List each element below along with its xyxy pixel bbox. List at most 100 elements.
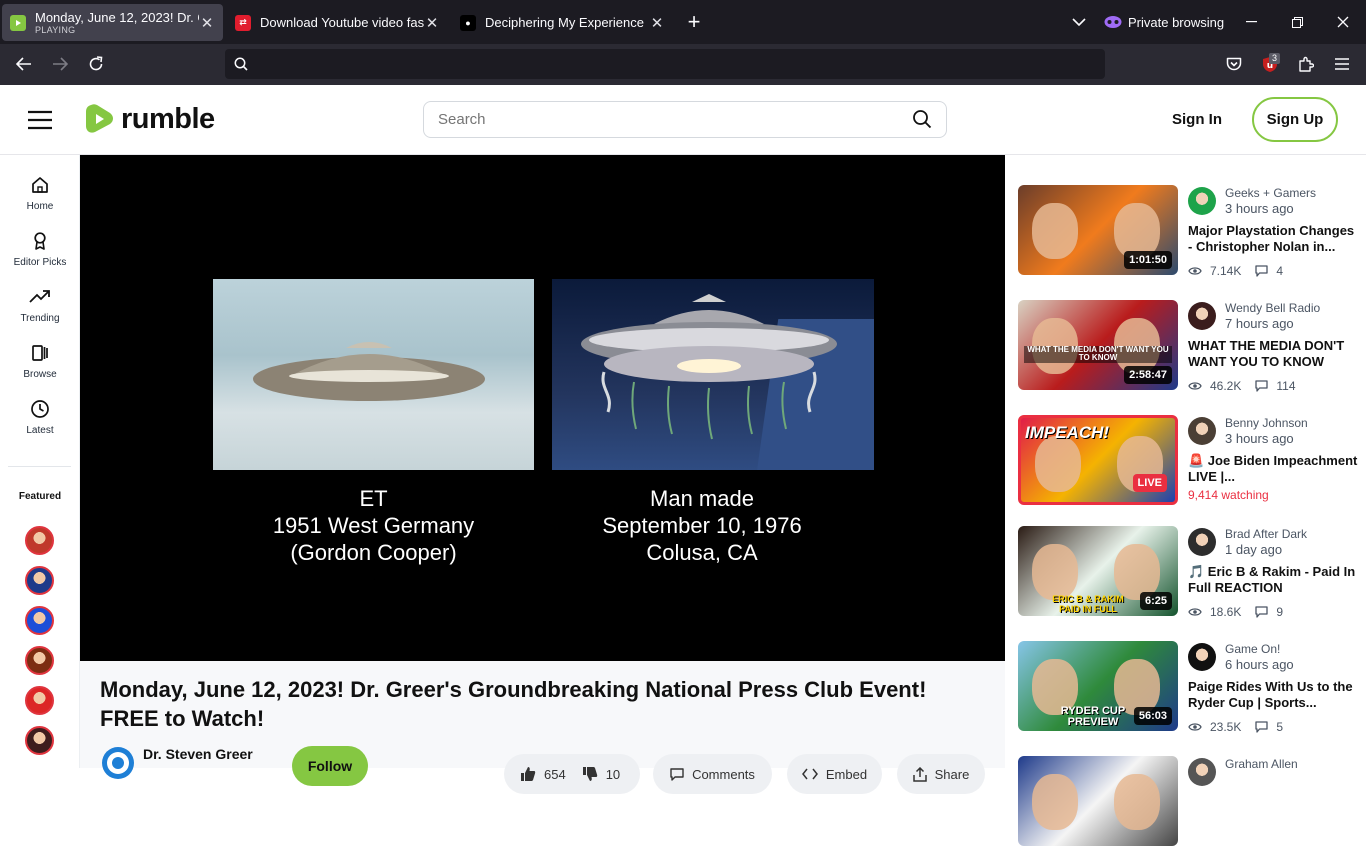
rumble-logo-icon [86,104,113,133]
eye-icon [1188,382,1202,390]
embed-button[interactable]: Embed [787,754,882,794]
nav-home[interactable]: Home [0,175,80,212]
tab-download-youtube[interactable]: ⇄ Download Youtube video fast, c ✕ [227,4,448,41]
restore-button[interactable] [1282,8,1312,36]
featured-channel-avatar[interactable] [25,606,54,635]
url-bar[interactable] [225,49,1105,79]
upload-time: 6 hours ago [1225,657,1294,672]
featured-heading: Featured [18,491,62,502]
nav-browse[interactable]: Browse [0,343,80,380]
featured-channel-avatar[interactable] [25,726,54,755]
video-player[interactable]: ET 1951 West Germany (Gordon Cooper) Man… [80,155,1005,661]
sign-up-button[interactable]: Sign Up [1252,97,1338,142]
forward-button[interactable] [46,50,74,78]
duration-badge: 1:01:50 [1124,251,1172,269]
sign-in-button[interactable]: Sign In [1162,111,1232,128]
pocket-button[interactable] [1220,50,1248,78]
caption-left-line-3: (Gordon Cooper) [290,540,457,565]
comment-icon [1255,380,1269,392]
video-thumbnail[interactable] [1018,756,1178,846]
channel-avatar[interactable] [1188,302,1216,330]
home-icon [32,177,48,193]
close-tab-icon[interactable]: ✕ [199,14,215,32]
caption-left-line-1: ET [359,486,388,511]
video-title[interactable]: Paige Rides With Us to the Ryder Cup | S… [1188,679,1360,711]
follow-button[interactable]: Follow [292,746,368,786]
comment-count: 4 [1276,264,1284,278]
related-videos: 1:01:50 Geeks + Gamers 3 hours ago Major Pl… [1005,155,1366,846]
ublock-extension-button[interactable]: u 3 [1256,50,1284,78]
extensions-button[interactable] [1292,50,1320,78]
dislike-count: 10 [605,766,621,782]
channel-name[interactable]: Brad After Dark [1225,527,1307,541]
clock-icon [31,400,49,418]
nav-editor-picks[interactable]: Editor Picks [0,231,80,268]
thumbnail-face [1032,774,1078,830]
thumbnail-text: IMPEACH! [1025,423,1110,442]
video-thumbnail[interactable]: WHAT THE MEDIA DON'T WANT YOU TO KNOW 2:5… [1018,300,1178,390]
nav-trending[interactable]: Trending [0,287,80,324]
channel-avatar[interactable] [1188,528,1216,556]
close-tab-icon[interactable]: ✕ [424,14,440,32]
video-title[interactable]: Major Playstation Changes - Christopher … [1188,223,1360,255]
list-tabs-chevron-icon[interactable] [1066,8,1092,36]
browser-tab-bar: Monday, June 12, 2023! Dr. Greer PLAYING… [0,0,1366,44]
hamburger-icon [28,110,52,130]
trending-icon [29,290,50,303]
thumbs-down-icon[interactable] [582,766,598,782]
related-video-card[interactable]: Graham Allen [1018,756,1363,848]
featured-channel-avatar[interactable] [25,526,54,555]
channel-name[interactable]: Benny Johnson [1225,416,1308,430]
video-thumbnail[interactable]: ERIC B & RAKIM PAID IN FULL 6:25 [1018,526,1178,616]
comment-count: 5 [1276,720,1284,734]
video-title[interactable]: WHAT THE MEDIA DON'T WANT YOU TO KNOW [1188,338,1360,370]
channel-avatar[interactable] [1188,758,1216,786]
related-video-card[interactable]: 1:01:50 Geeks + Gamers 3 hours ago Major Pl… [1018,185,1363,278]
comments-button[interactable]: Comments [653,754,772,794]
nav-browse-label: Browse [23,369,57,380]
channel-avatar[interactable] [1188,417,1216,445]
featured-channel-avatar[interactable] [25,566,54,595]
video-thumbnail[interactable]: 1:01:50 [1018,185,1178,275]
close-tab-icon[interactable]: ✕ [649,14,665,32]
video-title[interactable]: 🎵 Eric B & Rakim - Paid In Full REACTION [1188,564,1360,596]
minimize-button[interactable] [1236,8,1266,36]
thumbs-up-icon[interactable] [520,766,536,782]
related-video-card[interactable]: WHAT THE MEDIA DON'T WANT YOU TO KNOW 2:5… [1018,300,1363,393]
search-submit-button[interactable] [912,109,934,131]
related-video-card[interactable]: RYDER CUP PREVIEW 56:03 Game On! 6 hours ag… [1018,641,1363,734]
channel-logo-icon [107,752,129,774]
nav-home-label: Home [26,201,54,212]
nav-latest[interactable]: Latest [0,399,80,436]
search-input[interactable] [423,101,947,138]
tab-active[interactable]: Monday, June 12, 2023! Dr. Greer PLAYING… [2,4,223,41]
channel-avatar[interactable] [1188,187,1216,215]
channel-name[interactable]: Graham Allen [1225,757,1298,771]
video-title: Monday, June 12, 2023! Dr. Greer's Groun… [100,677,927,731]
channel-name[interactable]: Dr. Steven Greer [143,746,253,762]
channel-avatar[interactable] [102,747,134,779]
share-button[interactable]: Share [897,754,985,794]
related-video-card[interactable]: IMPEACH! LIVE Benny Johnson 3 hours ago 🚨 Jo… [1018,415,1363,507]
left-sidebar: Home Editor Picks Trending Browse Latest… [0,155,80,768]
rumble-logo[interactable]: rumble [85,102,215,136]
tab-deciphering[interactable]: ● Deciphering My Experience ✕ [452,4,673,41]
new-tab-button[interactable]: + [680,8,708,36]
video-thumbnail[interactable]: RYDER CUP PREVIEW 56:03 [1018,641,1178,731]
site-menu-button[interactable] [27,110,53,130]
channel-name[interactable]: Game On! [1225,642,1280,656]
view-count: 23.5K [1210,720,1242,734]
close-window-button[interactable] [1328,8,1358,36]
channel-name[interactable]: Wendy Bell Radio [1225,301,1320,315]
featured-channel-avatar[interactable] [25,646,54,675]
related-video-card[interactable]: ERIC B & RAKIM PAID IN FULL 6:25 Brad Afte… [1018,526,1363,619]
channel-name[interactable]: Geeks + Gamers [1225,186,1316,200]
channel-avatar[interactable] [1188,643,1216,671]
reload-button[interactable] [82,50,110,78]
video-title[interactable]: 🚨 Joe Biden Impeachment LIVE |... [1188,453,1360,485]
app-menu-button[interactable] [1328,50,1356,78]
featured-channel-avatar[interactable] [25,686,54,715]
pocket-icon [1226,57,1242,70]
video-thumbnail[interactable]: IMPEACH! LIVE [1018,415,1178,505]
back-button[interactable] [10,50,38,78]
